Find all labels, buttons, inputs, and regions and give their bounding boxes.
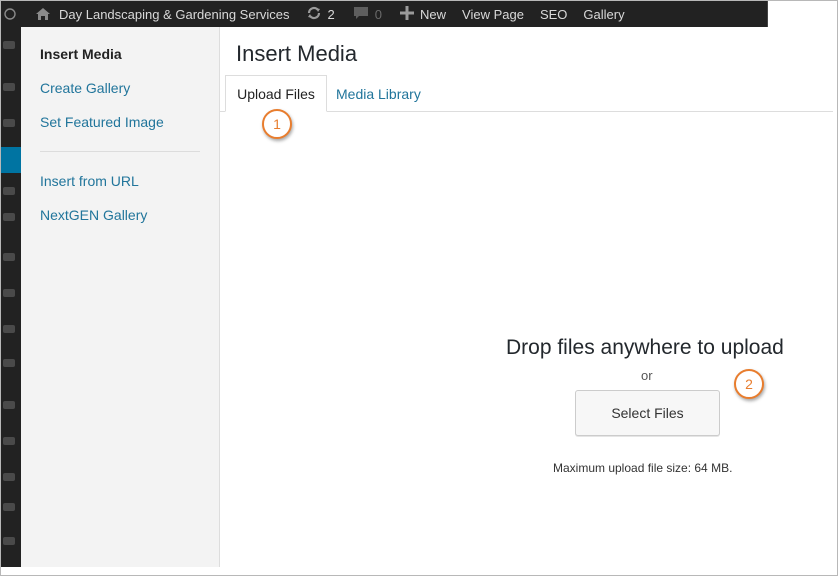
site-name: Day Landscaping & Gardening Services <box>59 6 290 22</box>
sidebar-active-item[interactable] <box>1 147 21 173</box>
or-text: or <box>641 368 653 383</box>
house-icon <box>35 7 51 21</box>
sidebar-icon[interactable] <box>3 325 15 333</box>
admin-bar-blank <box>768 1 837 27</box>
select-files-button[interactable]: Select Files <box>575 390 720 436</box>
menu-item-nextgen-gallery[interactable]: NextGEN Gallery <box>40 207 147 223</box>
max-upload-size: Maximum upload file size: 64 MB. <box>553 461 733 475</box>
comments-link[interactable]: 0 <box>353 1 382 27</box>
menu-separator <box>40 151 200 152</box>
wordpress-icon[interactable] <box>3 1 17 27</box>
new-label: New <box>420 6 447 22</box>
updates-link[interactable]: 2 <box>306 1 335 27</box>
drop-instructions: Drop files anywhere to upload <box>506 336 784 359</box>
menu-item-set-featured-image[interactable]: Set Featured Image <box>40 114 164 130</box>
media-frame-content: Insert Media Upload Files Media Library … <box>220 27 833 567</box>
comments-icon <box>353 6 369 23</box>
menu-item-insert-from-url[interactable]: Insert from URL <box>40 173 139 189</box>
sidebar-icon[interactable] <box>3 41 15 49</box>
sidebar-icon[interactable] <box>3 213 15 221</box>
sidebar-icon[interactable] <box>3 359 15 367</box>
tab-upload-files[interactable]: Upload Files <box>225 75 327 112</box>
seo-link[interactable]: SEO <box>540 1 567 27</box>
modal-title: Insert Media <box>236 41 358 66</box>
admin-sidebar-strip <box>1 27 21 567</box>
menu-item-insert-media[interactable]: Insert Media <box>40 46 122 62</box>
insert-media-modal: Insert Media Create Gallery Set Featured… <box>21 27 833 567</box>
plus-icon <box>400 5 414 23</box>
tab-media-library[interactable]: Media Library <box>336 75 421 112</box>
admin-bar: Day Landscaping & Gardening Services 2 0… <box>1 1 767 27</box>
sidebar-icon[interactable] <box>3 473 15 481</box>
updates-count: 2 <box>327 6 335 22</box>
sidebar-icon[interactable] <box>3 83 15 91</box>
sidebar-icon[interactable] <box>3 253 15 261</box>
sidebar-icon[interactable] <box>3 289 15 297</box>
screenshot-frame: Day Landscaping & Gardening Services 2 0… <box>0 0 838 576</box>
sidebar-icon[interactable] <box>3 401 15 409</box>
sidebar-icon[interactable] <box>3 437 15 445</box>
callout-2: 2 <box>734 369 764 399</box>
callout-1: 1 <box>262 109 292 139</box>
sidebar-icon[interactable] <box>3 187 15 195</box>
sidebar-icon[interactable] <box>3 537 15 545</box>
frame-right-edge <box>833 27 837 567</box>
menu-item-create-gallery[interactable]: Create Gallery <box>40 80 130 96</box>
site-name-link[interactable]: Day Landscaping & Gardening Services <box>35 1 290 27</box>
sidebar-icon[interactable] <box>3 119 15 127</box>
updates-icon <box>306 5 322 24</box>
sidebar-icon[interactable] <box>3 503 15 511</box>
frame-bottom-edge <box>1 567 837 575</box>
gallery-link[interactable]: Gallery <box>583 1 624 27</box>
media-menu: Insert Media Create Gallery Set Featured… <box>21 27 220 567</box>
comments-count: 0 <box>374 6 382 22</box>
new-content-link[interactable]: New <box>400 1 446 27</box>
view-page-link[interactable]: View Page <box>462 1 524 27</box>
